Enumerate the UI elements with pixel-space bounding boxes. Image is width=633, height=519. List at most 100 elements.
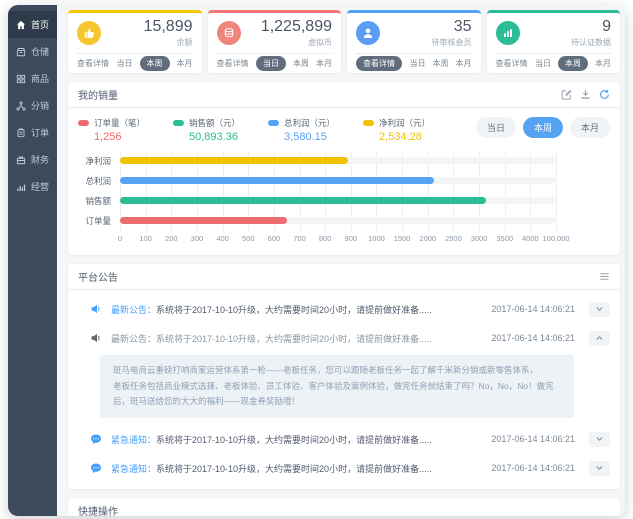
- sidebar-item-orders[interactable]: 订单: [8, 119, 57, 146]
- legend-label: 净利润（元）: [379, 117, 430, 129]
- chart-bar[interactable]: [120, 217, 287, 224]
- chart-bar-row: [120, 211, 556, 231]
- chart-bar[interactable]: [120, 197, 486, 204]
- x-tick-label: 100,000: [542, 234, 569, 243]
- view-details-link[interactable]: 查看详情: [217, 58, 249, 69]
- sidebar-item-products[interactable]: 商品: [8, 65, 57, 92]
- period-week-button[interactable]: 本周: [523, 117, 563, 138]
- sidebar-item-finance[interactable]: 财务: [8, 146, 57, 173]
- bar-chart-plot: 0100200300400500600700800900100015002000…: [120, 151, 556, 247]
- period-month[interactable]: 本月: [316, 58, 332, 69]
- chart-bar-row: [120, 151, 556, 171]
- period-week[interactable]: 本周: [293, 58, 309, 69]
- thumbs-up-icon: [77, 21, 101, 45]
- stat-value: 1,225,899: [261, 19, 332, 36]
- view-details-link[interactable]: 查看详情: [496, 58, 528, 69]
- period-month[interactable]: 本月: [456, 58, 472, 69]
- announcements-section: 平台公告 最新公告： 系统将于2017-10-10升级，大约需要时间20小时，请…: [68, 264, 620, 489]
- period-day[interactable]: 当日: [535, 58, 551, 69]
- section-title: 我的销量: [78, 87, 118, 102]
- period-month[interactable]: 本月: [595, 58, 611, 69]
- x-tick-label: 200: [165, 234, 178, 243]
- bar-track: [120, 177, 556, 184]
- collapse-toggle-button[interactable]: [589, 331, 610, 346]
- x-tick-label: 4000: [522, 234, 539, 243]
- products-icon: [16, 74, 26, 84]
- speaker-icon: [90, 332, 102, 344]
- stat-label: 待认证数据: [571, 37, 611, 48]
- period-day-button[interactable]: 当日: [476, 117, 516, 138]
- period-month[interactable]: 本月: [177, 58, 193, 69]
- period-day[interactable]: 当日: [410, 58, 426, 69]
- x-tick-label: 2000: [419, 234, 436, 243]
- menu-icon[interactable]: [599, 271, 610, 282]
- x-tick-label: 1000: [368, 234, 385, 243]
- sidebar-item-operation[interactable]: 经营: [8, 173, 57, 200]
- finance-icon: [16, 155, 26, 165]
- view-details-link[interactable]: 查看详情: [356, 56, 402, 71]
- sidebar-item-warehouse[interactable]: 仓储: [8, 38, 57, 65]
- announcement-tag[interactable]: 紧急通知：: [111, 433, 156, 446]
- period-week[interactable]: 本周: [140, 56, 170, 71]
- announcement-text[interactable]: 系统将于2017-10-10升级，大约需要时间20小时，请提前做好准备.....: [156, 433, 481, 446]
- stat-cards-row: 15,899 余额 查看详情 当日 本周 本月: [68, 10, 620, 73]
- announcement-detail: 斑马电商云重磅打响商家运营体系第一枪——老板任务，您可以跟随老板任务一起了解千米…: [100, 355, 574, 418]
- announcement-text[interactable]: 系统将于2017-10-10升级，大约需要时间20小时，请提前做好准备.....: [156, 462, 481, 475]
- warehouse-icon: [16, 47, 26, 57]
- announcement-tag[interactable]: 紧急通知：: [111, 462, 156, 475]
- expand-toggle-button[interactable]: [589, 302, 610, 317]
- announcement-date: 2017-06-14 14:06:21: [491, 463, 575, 473]
- chart-bar-row: [120, 171, 556, 191]
- announcement-tag[interactable]: 最新公告：: [111, 332, 156, 345]
- announcement-date: 2017-06-14 14:06:21: [491, 304, 575, 314]
- legend-label: 销售额（元）: [189, 117, 240, 129]
- x-tick-label: 700: [293, 234, 306, 243]
- download-icon[interactable]: [580, 89, 591, 100]
- announcement-text[interactable]: 系统将于2017-10-10升级，大约需要时间20小时，请提前做好准备.....: [156, 332, 481, 345]
- sidebar-item-label: 财务: [31, 153, 49, 166]
- coins-icon: [217, 21, 241, 45]
- x-tick-label: 400: [216, 234, 229, 243]
- chart-bar[interactable]: [120, 177, 434, 184]
- chat-icon: [90, 462, 102, 474]
- sidebar-item-label: 经营: [31, 180, 49, 193]
- sidebar-item-label: 商品: [31, 72, 49, 85]
- view-details-link[interactable]: 查看详情: [77, 58, 109, 69]
- legend-item-net-profit: 净利润（元） 2,534.28: [363, 117, 430, 143]
- legend-item-gross-profit: 总利润（元） 3,580.15: [268, 117, 335, 143]
- chart-rows: [120, 151, 556, 231]
- stat-value: 9: [571, 19, 611, 36]
- sidebar-item-label: 订单: [31, 126, 49, 139]
- operation-icon: [16, 182, 26, 192]
- sidebar-item-distribution[interactable]: 分销: [8, 92, 57, 119]
- period-week[interactable]: 本周: [558, 56, 588, 71]
- section-title: 平台公告: [78, 269, 118, 284]
- expand-toggle-button[interactable]: [589, 461, 610, 476]
- quick-actions-section: 快捷操作: [68, 498, 620, 516]
- period-day[interactable]: 当日: [117, 58, 133, 69]
- stat-value: 15,899: [144, 19, 193, 36]
- announcement-text[interactable]: 系统将于2017-10-10升级，大约需要时间20小时，请提前做好准备.....: [156, 303, 481, 316]
- announcement-row: 紧急通知： 系统将于2017-10-10升级，大约需要时间20小时，请提前做好准…: [68, 454, 620, 489]
- home-icon: [16, 20, 26, 30]
- legend-label: 总利润（元）: [284, 117, 335, 129]
- period-week[interactable]: 本周: [433, 58, 449, 69]
- expand-toggle-button[interactable]: [589, 432, 610, 447]
- chart-bar[interactable]: [120, 157, 348, 164]
- stat-label: 余额: [144, 37, 193, 48]
- stat-card-virtual-currency: 1,225,899 虚拟币 查看详情 当日 本周 本月: [208, 10, 342, 73]
- y-category-label: 净利润: [78, 151, 120, 171]
- announcement-tag[interactable]: 最新公告：: [111, 303, 156, 316]
- x-tick-label: 300: [191, 234, 204, 243]
- refresh-icon[interactable]: [599, 89, 610, 100]
- edit-icon[interactable]: [561, 89, 572, 100]
- legend-swatch: [268, 120, 279, 126]
- period-day[interactable]: 当日: [256, 56, 286, 71]
- stat-card-pending-members: 35 待审核会员 查看详情 当日 本周 本月: [347, 10, 481, 73]
- sidebar-item-label: 首页: [31, 18, 49, 31]
- sidebar-item-home[interactable]: 首页: [8, 11, 57, 38]
- sidebar-item-label: 分销: [31, 99, 49, 112]
- period-month-button[interactable]: 本月: [570, 117, 610, 138]
- chart-bar-row: [120, 191, 556, 211]
- bar-chart: 净利润总利润销售额订单量 010020030040050060070080090…: [68, 148, 620, 255]
